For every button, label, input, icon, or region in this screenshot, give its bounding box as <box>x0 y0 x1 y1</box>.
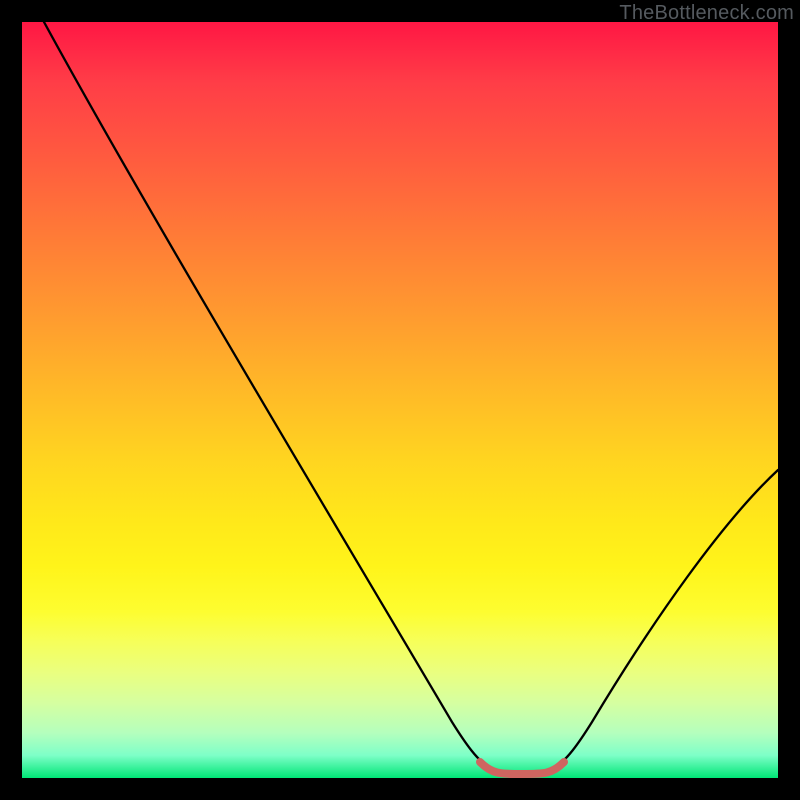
plot-area <box>22 22 778 778</box>
bottleneck-curve <box>22 22 778 778</box>
watermark-text: TheBottleneck.com <box>619 2 794 25</box>
optimal-range-marker <box>480 762 564 774</box>
curve-path <box>44 22 778 774</box>
chart-container: TheBottleneck.com <box>0 0 800 800</box>
